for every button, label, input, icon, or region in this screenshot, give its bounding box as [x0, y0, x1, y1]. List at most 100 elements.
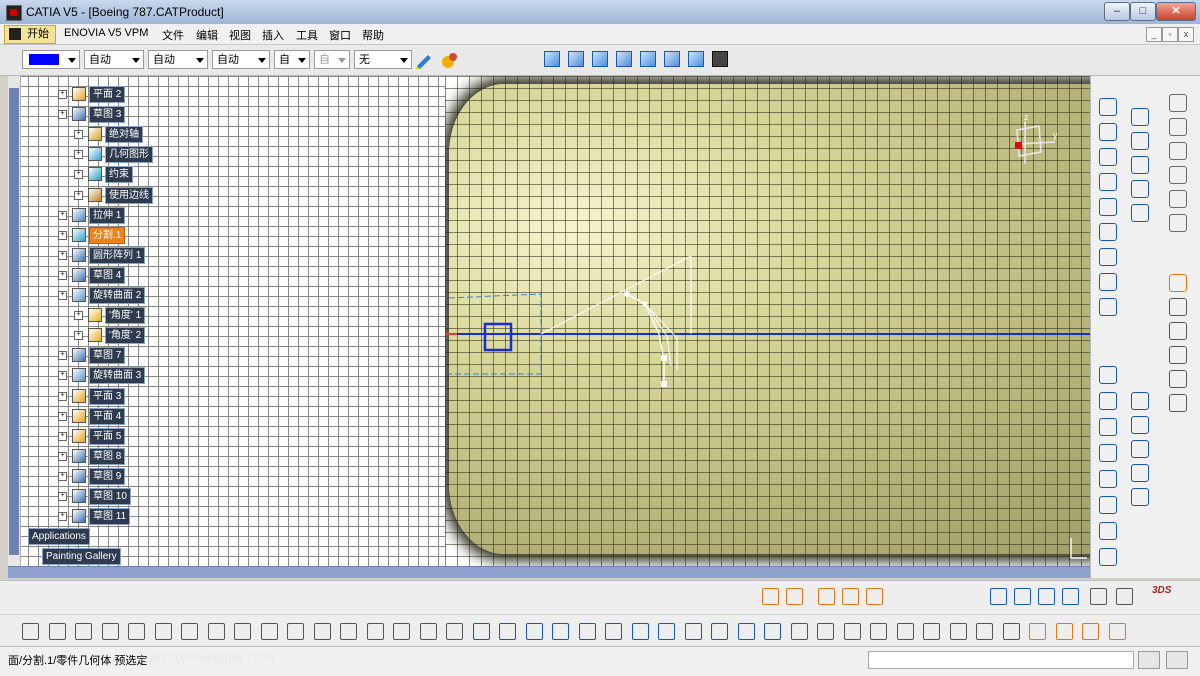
cut-icon[interactable]: [128, 623, 145, 640]
linetype-combo[interactable]: 自动: [212, 50, 270, 69]
infinite-line-icon[interactable]: [1131, 132, 1149, 150]
keyhole-icon[interactable]: [1099, 198, 1117, 216]
exit-workbench-icon[interactable]: [1169, 118, 1187, 136]
tree-vertical-scrollbar[interactable]: [8, 76, 21, 568]
open-icon[interactable]: [48, 623, 66, 640]
rect2-icon[interactable]: [1099, 392, 1117, 410]
grid-icon[interactable]: [786, 588, 803, 605]
axis-icon[interactable]: [1131, 204, 1149, 222]
3d-viewport[interactable]: z y: [445, 76, 1090, 566]
expand-toggle-icon[interactable]: +: [74, 331, 83, 341]
expand-toggle-icon[interactable]: +: [58, 451, 67, 461]
iso-view-icon[interactable]: [544, 51, 560, 67]
new-icon[interactable]: [22, 623, 39, 640]
cut-icon[interactable]: [1169, 298, 1187, 316]
fit-all-icon[interactable]: [499, 623, 516, 640]
pan-icon[interactable]: [525, 623, 543, 640]
centered-rect-icon[interactable]: [1099, 273, 1117, 291]
command-input[interactable]: [868, 651, 1134, 669]
slot-icon[interactable]: [1099, 173, 1117, 191]
expand-toggle-icon[interactable]: +: [58, 110, 67, 120]
snap-view-icon[interactable]: [1090, 588, 1107, 605]
expand-toggle-icon[interactable]: +: [58, 391, 67, 401]
tree-node-label[interactable]: 约束: [105, 166, 133, 184]
diamond-icon[interactable]: [1099, 123, 1117, 141]
front-view-icon[interactable]: [568, 51, 584, 67]
right-view-icon[interactable]: [640, 51, 656, 67]
menu-tools[interactable]: 工具: [296, 27, 318, 43]
exit-sketch-icon[interactable]: [1169, 94, 1187, 112]
param-icon[interactable]: [817, 623, 834, 640]
curve-tool-icon[interactable]: [1038, 588, 1055, 605]
tree-node-label[interactable]: 草图 11: [89, 508, 131, 526]
tool-c-icon[interactable]: [1082, 623, 1099, 640]
sketch-geometry[interactable]: [445, 76, 1090, 566]
back-view-icon[interactable]: [592, 51, 608, 67]
expand-toggle-icon[interactable]: +: [58, 210, 67, 220]
tree-node-label[interactable]: 分割.1: [89, 226, 126, 244]
mirror-icon[interactable]: [1169, 370, 1187, 388]
painter-icon[interactable]: [414, 50, 434, 70]
menu-enovia[interactable]: ENOVIA V5 VPM: [64, 27, 148, 39]
expand-toggle-icon[interactable]: +: [74, 170, 83, 180]
shading-icon[interactable]: [711, 623, 728, 640]
tree-node-label[interactable]: 平面 3: [89, 387, 126, 405]
compass[interactable]: z y: [1005, 112, 1061, 172]
lock-icon[interactable]: [419, 623, 437, 640]
whats-this-icon[interactable]: [260, 623, 278, 640]
doc-close-button[interactable]: x: [1178, 27, 1194, 42]
rendering-style-combo[interactable]: 自: [314, 50, 350, 69]
expand-toggle-icon[interactable]: +: [58, 351, 67, 361]
symmetry-icon[interactable]: [1131, 464, 1149, 482]
expand-toggle-icon[interactable]: +: [58, 471, 67, 481]
geometry-constraint-icon[interactable]: [818, 588, 835, 605]
tree-node-label[interactable]: 使用边线: [105, 186, 153, 204]
expand-toggle-icon[interactable]: +: [58, 291, 67, 300]
measure-icon[interactable]: [790, 623, 808, 640]
top-view-icon[interactable]: [664, 51, 680, 67]
transparency-combo[interactable]: 自动: [84, 50, 144, 69]
expand-toggle-icon[interactable]: +: [74, 311, 83, 321]
horizontal-scrollbar[interactable]: [8, 566, 1090, 578]
line-icon[interactable]: [1131, 108, 1149, 126]
left-view-icon[interactable]: [616, 51, 632, 67]
menu-file[interactable]: 文件: [162, 27, 184, 43]
table-icon[interactable]: [1169, 394, 1187, 412]
linewidth-combo[interactable]: 自动: [148, 50, 208, 69]
tree-node-label[interactable]: 平面 2: [89, 86, 126, 103]
tree-node-label[interactable]: 圆形阵列 1: [89, 246, 146, 264]
named-views-icon[interactable]: [712, 51, 728, 67]
paperclip-icon[interactable]: [1169, 346, 1187, 364]
iso-icon[interactable]: [684, 623, 702, 640]
tool-d-icon[interactable]: [1108, 623, 1126, 640]
sketch-tool-icon[interactable]: [1169, 214, 1187, 232]
undo-icon[interactable]: [207, 623, 225, 640]
insert-icon[interactable]: [1002, 623, 1020, 640]
tree-applications-node[interactable]: Applications: [28, 528, 90, 545]
zoom-out-icon[interactable]: [605, 623, 622, 640]
print-icon[interactable]: [101, 623, 119, 640]
project-icon[interactable]: [1131, 488, 1149, 506]
tree-node-label[interactable]: 旋转曲面 3: [89, 367, 146, 385]
expand-toggle-icon[interactable]: +: [58, 230, 67, 240]
expand-toggle-icon[interactable]: +: [58, 431, 67, 441]
zoom-in-icon[interactable]: [578, 623, 596, 640]
tree-node-label[interactable]: 绝对轴: [105, 126, 143, 144]
chamfer-icon[interactable]: [1131, 416, 1149, 434]
oblique-slot-icon[interactable]: [1099, 298, 1117, 316]
cursor-icon[interactable]: [1169, 274, 1187, 292]
box-icon[interactable]: [1169, 322, 1187, 340]
menu-window[interactable]: 窗口: [329, 27, 351, 43]
normal-view-icon[interactable]: [1116, 588, 1133, 605]
swap-icon[interactable]: [764, 623, 781, 640]
status-button-2[interactable]: [1166, 651, 1188, 669]
tree-node-label[interactable]: 草图 8: [89, 447, 126, 465]
list-icon[interactable]: [843, 623, 861, 640]
normal-line-icon[interactable]: [1131, 180, 1149, 198]
fly-mode-icon[interactable]: [472, 623, 490, 640]
normal-view2-icon[interactable]: [631, 623, 649, 640]
grid-snap-icon[interactable]: [762, 588, 779, 605]
doc-minimize-button[interactable]: _: [1146, 27, 1162, 42]
expand-toggle-icon[interactable]: +: [58, 250, 67, 260]
corner-icon[interactable]: [1099, 366, 1117, 384]
